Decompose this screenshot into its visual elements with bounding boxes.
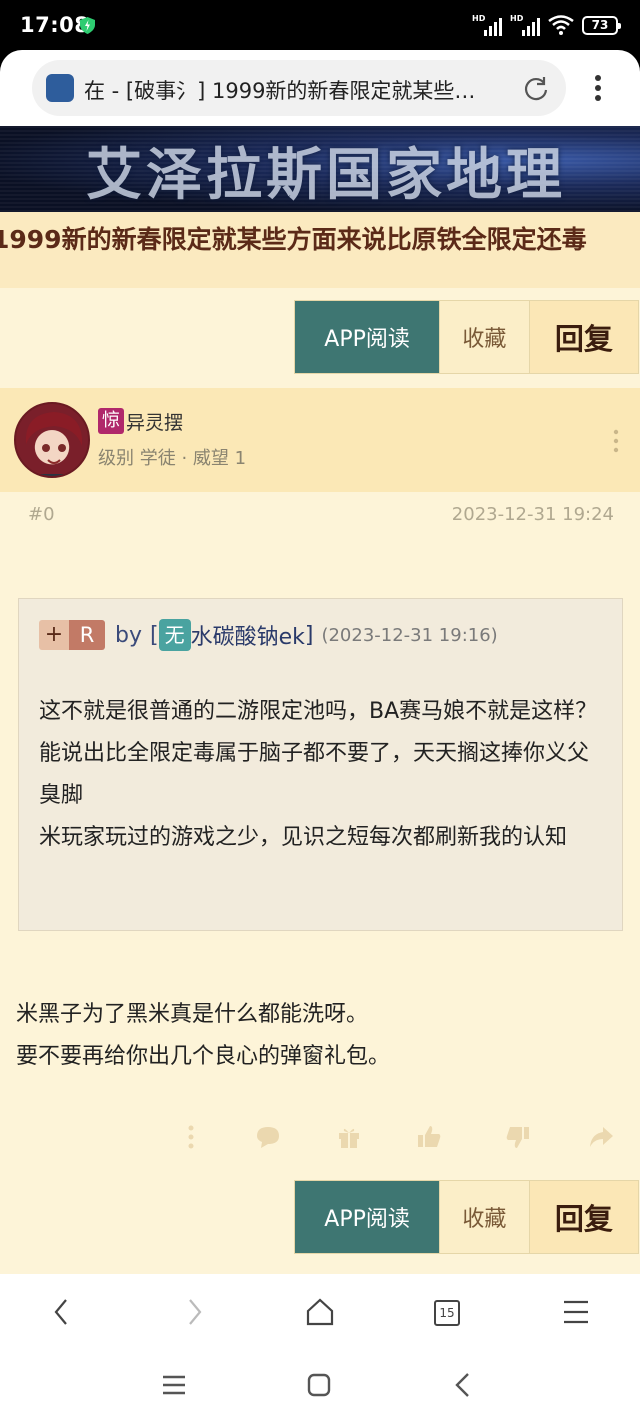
browser-toolbar: 在 - [破事氵] 1999新的新春限定就某些…	[0, 50, 640, 126]
quote-header: + R by [ 无 水碳酸钠ek ] (2023-12-31 19:16)	[39, 619, 498, 651]
quote-line: 这不就是很普通的二游限定池吗，BA赛马娘不就是这样？能说出比全限定毒属于脑子都不…	[39, 699, 598, 808]
shield-icon	[80, 17, 95, 34]
site-favicon-icon	[46, 74, 74, 102]
system-back-icon[interactable]	[448, 1370, 478, 1400]
user-meta: 级别 学徒 · 威望 1	[98, 448, 247, 469]
top-action-bar: APP阅读 收藏 回复	[294, 300, 639, 374]
tabs-button[interactable]: 15	[434, 1300, 460, 1326]
bottom-action-bar: APP阅读 收藏 回复	[294, 1180, 639, 1254]
more-icon[interactable]	[176, 1122, 206, 1152]
recent-apps-icon[interactable]	[159, 1370, 189, 1400]
reload-icon[interactable]	[522, 74, 550, 102]
address-bar[interactable]: 在 - [破事氵] 1999新的新春限定就某些…	[32, 60, 566, 116]
site-banner: 艾泽拉斯国家地理	[0, 126, 640, 212]
favorite-button[interactable]: 收藏	[439, 1181, 529, 1253]
thumbs-up-icon[interactable]	[414, 1122, 444, 1152]
back-icon[interactable]	[46, 1296, 78, 1328]
status-time: 17:08	[20, 13, 90, 37]
page-content: 艾泽拉斯国家地理 1999新的新春限定就某些方面来说比原铁全限定还毒 APP阅读…	[0, 126, 640, 1274]
app-read-button[interactable]: APP阅读	[295, 301, 440, 373]
forward-icon[interactable]	[178, 1296, 210, 1328]
thread-title-bar: 1999新的新春限定就某些方面来说比原铁全限定还毒	[0, 212, 640, 288]
username[interactable]: 异灵摆	[126, 408, 183, 435]
home-icon[interactable]	[304, 1296, 336, 1328]
reply-button[interactable]: 回复	[528, 1181, 638, 1253]
quote-by-label: by	[115, 622, 142, 648]
gift-icon[interactable]	[334, 1122, 364, 1152]
signal-icon: HD	[472, 14, 502, 36]
wifi-icon	[548, 15, 574, 35]
browser-bottom-nav: 15	[0, 1274, 640, 1350]
quote-block: + R by [ 无 水碳酸钠ek ] (2023-12-31 19:16) 这…	[18, 598, 623, 931]
reply-button[interactable]: 回复	[528, 301, 638, 373]
status-bar: 17:08 HD HD 73	[0, 0, 640, 50]
avatar[interactable]	[14, 402, 90, 478]
share-icon[interactable]	[586, 1122, 616, 1152]
thread-title: 1999新的新春限定就某些方面来说比原铁全限定还毒	[0, 225, 587, 254]
system-nav-bar	[0, 1350, 640, 1422]
quote-author-badge: 无	[158, 619, 191, 651]
quote-author[interactable]: 水碳酸钠ek	[191, 619, 305, 651]
app-read-button[interactable]: APP阅读	[295, 1181, 440, 1253]
quote-bracket-close: ]	[304, 622, 314, 648]
post-line: 要不要再给你出几个良心的弹窗礼包。	[16, 1044, 391, 1069]
comment-icon[interactable]	[253, 1122, 283, 1152]
post-actions	[0, 1122, 640, 1162]
post-body: 米黑子为了黑米真是什么都能洗呀。 要不要再给你出几个良心的弹窗礼包。	[16, 994, 626, 1078]
menu-icon[interactable]	[560, 1296, 592, 1328]
post-timestamp: 2023-12-31 19:24	[451, 504, 614, 525]
user-badge: 惊	[98, 408, 124, 434]
quote-time: (2023-12-31 19:16)	[321, 624, 498, 646]
post-menu-icon[interactable]	[610, 428, 622, 454]
url-text[interactable]: 在 - [破事氵] 1999新的新春限定就某些…	[84, 75, 514, 105]
home-button-icon[interactable]	[304, 1370, 334, 1400]
thumbs-down-icon[interactable]	[503, 1122, 533, 1152]
post-line: 米黑子为了黑米真是什么都能洗呀。	[16, 1002, 369, 1027]
battery-icon: 73	[582, 15, 621, 35]
avatar-image	[25, 412, 83, 476]
more-options-icon[interactable]	[588, 72, 608, 104]
floor-number: #0	[28, 504, 55, 525]
quote-plus-button[interactable]: +	[39, 620, 69, 650]
quote-bracket-open: [	[149, 622, 159, 648]
post-header: 惊 异灵摆 级别 学徒 · 威望 1	[0, 388, 640, 492]
banner-title: 艾泽拉斯国家地理	[86, 143, 566, 208]
signal-icon: HD	[510, 14, 540, 36]
status-icons: HD HD 73	[472, 14, 621, 36]
quote-r-tag: R	[69, 620, 105, 650]
quote-line: 米玩家玩过的游戏之少，见识之短每次都刷新我的认知	[39, 825, 568, 850]
favorite-button[interactable]: 收藏	[439, 301, 529, 373]
quote-body: 这不就是很普通的二游限定池吗，BA赛马娘不就是这样？能说出比全限定毒属于脑子都不…	[39, 691, 609, 859]
